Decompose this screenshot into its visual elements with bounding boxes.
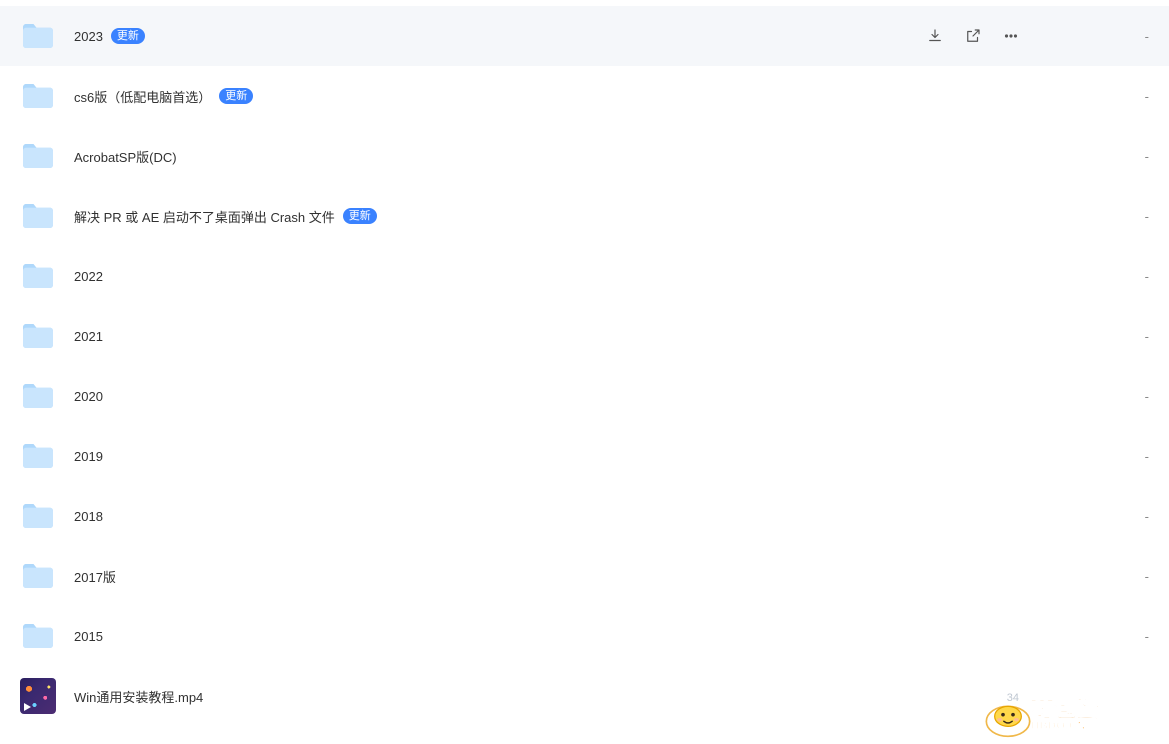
folder-icon: [20, 258, 56, 294]
folder-icon: [20, 18, 56, 54]
folder-icon: [20, 558, 56, 594]
file-name-cell: 2015: [74, 629, 1021, 644]
file-name-cell: 2023 更新: [74, 28, 925, 44]
file-row[interactable]: 2021 -: [0, 306, 1169, 366]
file-size: -: [1049, 209, 1149, 224]
file-size: -: [1049, 89, 1149, 104]
file-size: -: [1049, 509, 1149, 524]
file-row[interactable]: 2022 -: [0, 246, 1169, 306]
file-name-cell: 2017版: [74, 567, 1021, 586]
page-hint: 34: [1007, 692, 1019, 704]
update-badge: 更新: [219, 88, 253, 104]
file-size: -: [1049, 149, 1149, 164]
file-size: -: [1049, 389, 1149, 404]
file-size: -: [1049, 269, 1149, 284]
folder-icon: [20, 198, 56, 234]
folder-icon: [20, 438, 56, 474]
file-name-cell: Win通用安装教程.mp4: [74, 687, 1021, 706]
file-name: cs6版（低配电脑首选）: [74, 87, 211, 106]
file-size: -: [1049, 29, 1149, 44]
file-name: 2021: [74, 329, 103, 344]
file-name: AcrobatSP版(DC): [74, 147, 177, 166]
share-button[interactable]: [963, 26, 983, 46]
folder-icon: [20, 378, 56, 414]
file-name: 2019: [74, 449, 103, 464]
file-name-cell: AcrobatSP版(DC): [74, 147, 1021, 166]
folder-icon: [20, 498, 56, 534]
file-size: -: [1049, 569, 1149, 584]
file-row[interactable]: 2020 -: [0, 366, 1169, 426]
row-actions: [925, 26, 1021, 46]
video-thumb-icon: [20, 678, 56, 714]
file-name-cell: 2020: [74, 389, 1021, 404]
file-row[interactable]: 2017版 -: [0, 546, 1169, 606]
file-size: -: [1049, 329, 1149, 344]
update-badge: 更新: [111, 28, 145, 44]
file-row[interactable]: AcrobatSP版(DC) -: [0, 126, 1169, 186]
file-name: 解决 PR 或 AE 启动不了桌面弹出 Crash 文件: [74, 207, 335, 226]
folder-icon: [20, 78, 56, 114]
file-row[interactable]: 2023 更新 -: [0, 6, 1169, 66]
file-row[interactable]: 2018 -: [0, 486, 1169, 546]
file-name: 2018: [74, 509, 103, 524]
file-name: 2023: [74, 29, 103, 44]
file-row[interactable]: 2019 -: [0, 426, 1169, 486]
file-size: -: [1049, 629, 1149, 644]
file-row[interactable]: 2015 -: [0, 606, 1169, 666]
file-name: Win通用安装教程.mp4: [74, 687, 203, 706]
file-row[interactable]: Win通用安装教程.mp4: [0, 666, 1169, 726]
file-name: 2022: [74, 269, 103, 284]
file-name-cell: 2021: [74, 329, 1021, 344]
file-name-cell: cs6版（低配电脑首选） 更新: [74, 87, 1021, 106]
file-name: 2015: [74, 629, 103, 644]
file-name-cell: 解决 PR 或 AE 启动不了桌面弹出 Crash 文件更新: [74, 207, 1021, 226]
file-list: 2023更新-cs6版（低配电脑首选）更新-AcrobatSP版(DC)-解决 …: [0, 0, 1169, 726]
file-name: 2017版: [74, 567, 116, 586]
file-row[interactable]: 解决 PR 或 AE 启动不了桌面弹出 Crash 文件更新 -: [0, 186, 1169, 246]
file-name-cell: 2019: [74, 449, 1021, 464]
more-button[interactable]: [1001, 26, 1021, 46]
folder-icon: [20, 618, 56, 654]
file-name: 2020: [74, 389, 103, 404]
file-name-cell: 2018: [74, 509, 1021, 524]
folder-icon: [20, 318, 56, 354]
download-button[interactable]: [925, 26, 945, 46]
file-name-cell: 2022: [74, 269, 1021, 284]
update-badge: 更新: [343, 208, 377, 224]
folder-icon: [20, 138, 56, 174]
file-size: -: [1049, 449, 1149, 464]
file-row[interactable]: cs6版（低配电脑首选） 更新 -: [0, 66, 1169, 126]
